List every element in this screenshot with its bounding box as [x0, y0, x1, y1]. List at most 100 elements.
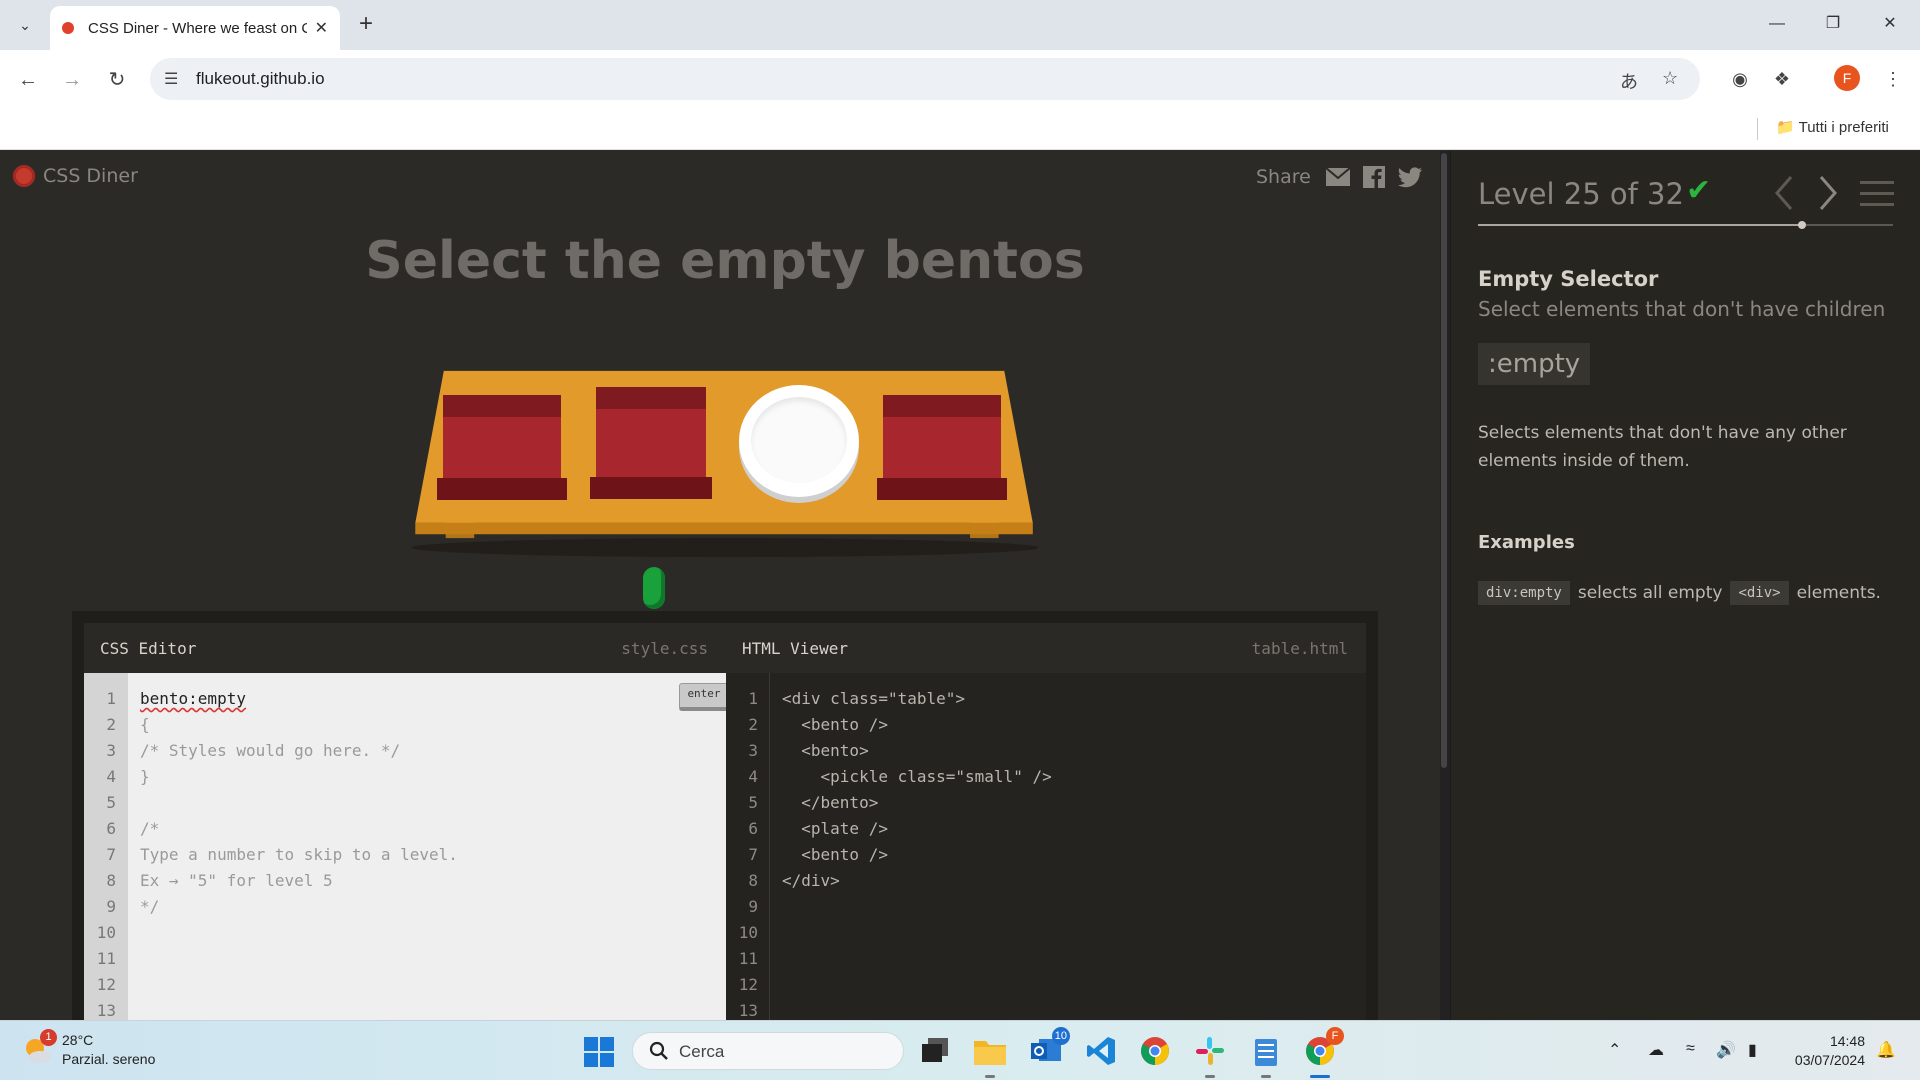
html-code-line[interactable]: </div> — [782, 871, 840, 890]
html-code-line[interactable]: </bento> — [782, 793, 878, 812]
reload-button[interactable]: ↻ — [101, 64, 133, 96]
vscode-button[interactable] — [1083, 1033, 1119, 1069]
notification-bell-icon[interactable]: 🔔 — [1876, 1040, 1896, 1060]
slack-button[interactable] — [1192, 1033, 1228, 1078]
restore-button[interactable]: ❐ — [1813, 10, 1853, 38]
search-icon — [649, 1041, 668, 1060]
line-number: 8 — [106, 871, 116, 890]
css-editor[interactable]: 1 2 3 4 5 6 7 8 9 10 11 12 13 bento:empt… — [84, 673, 729, 1020]
notepad-button[interactable] — [1248, 1033, 1284, 1078]
chrome-profile-button[interactable]: F — [1302, 1027, 1344, 1078]
logo[interactable]: CSS Diner — [13, 165, 138, 187]
back-button[interactable]: ← — [12, 64, 44, 96]
twitter-icon[interactable] — [1397, 165, 1423, 189]
folder-icon: 📁 — [1776, 119, 1795, 136]
facebook-icon[interactable] — [1361, 165, 1387, 189]
html-code-line[interactable]: <bento /> — [782, 845, 888, 864]
weather-icon: 1 — [22, 1029, 57, 1065]
bento-empty-2[interactable] — [877, 395, 1007, 500]
forward-button[interactable]: → — [56, 64, 88, 96]
favicon-icon — [62, 22, 74, 34]
line-number: 11 — [738, 949, 758, 968]
page-scrollbar-thumb[interactable] — [1441, 153, 1447, 768]
logo-text: CSS Diner — [43, 165, 138, 187]
close-tab-icon[interactable]: ✕ — [315, 18, 328, 38]
file-explorer-button[interactable] — [972, 1033, 1008, 1078]
hamburger-icon — [1860, 181, 1894, 206]
css-line-numbers: 1 2 3 4 5 6 7 8 9 10 11 12 13 — [84, 673, 128, 1020]
site-info-icon[interactable]: ☰ — [164, 69, 178, 89]
html-viewer-header: HTML Viewer table.html — [726, 623, 1366, 673]
wifi-icon[interactable]: ≈ — [1686, 1040, 1695, 1058]
css-code-line: } — [140, 767, 150, 786]
task-view-button[interactable] — [918, 1033, 954, 1069]
clock-date: 03/07/2024 — [1794, 1052, 1865, 1068]
weather-widget[interactable]: 1 28°C Parzial. sereno — [22, 1029, 155, 1069]
html-file-name: table.html — [1251, 639, 1348, 658]
selector-syntax: :empty — [1478, 343, 1591, 385]
bento-with-pickle[interactable] — [590, 387, 712, 499]
tray-overflow-icon[interactable]: ⌃ — [1608, 1040, 1621, 1060]
bento-empty-1[interactable] — [437, 395, 567, 500]
email-icon[interactable] — [1325, 165, 1351, 189]
line-number: 1 — [748, 689, 758, 708]
html-code-line[interactable]: <pickle class="small" /> — [782, 767, 1052, 786]
line-number: 6 — [748, 819, 758, 838]
url-text[interactable]: flukeout.github.io — [196, 69, 325, 89]
menu-kebab-icon[interactable]: ⋮ — [1878, 64, 1908, 94]
volume-icon[interactable]: 🔊 — [1716, 1040, 1736, 1060]
pickle[interactable] — [643, 567, 665, 609]
line-number: 13 — [738, 1001, 758, 1020]
taskbar-search[interactable]: Cerca — [632, 1032, 904, 1070]
html-code-line[interactable]: <bento> — [782, 741, 868, 760]
close-window-button[interactable]: ✕ — [1870, 10, 1910, 38]
html-code-line[interactable]: <plate /> — [782, 819, 888, 838]
active-tab[interactable]: CSS Diner - Where we feast on CSS Select… — [50, 6, 340, 50]
bookmark-star-icon[interactable]: ☆ — [1662, 68, 1678, 89]
start-button[interactable] — [584, 1037, 614, 1067]
css-code-line: { — [140, 715, 150, 734]
folder-icon — [974, 1041, 1006, 1065]
plate[interactable] — [739, 385, 859, 497]
address-bar[interactable]: ☰ flukeout.github.io あ ☆ — [150, 58, 1700, 100]
chrome-button[interactable] — [1137, 1033, 1173, 1069]
tab-search-button[interactable]: ⌄ — [10, 12, 40, 38]
chevron-left-icon — [1775, 176, 1793, 210]
extension-icon[interactable]: ◉ — [1725, 64, 1755, 94]
mail-badge: 10 — [1051, 1027, 1070, 1045]
windows-icon — [584, 1037, 614, 1067]
weather-temperature: 28°C — [62, 1032, 94, 1048]
system-clock[interactable]: 14:48 03/07/2024 — [1777, 1032, 1865, 1070]
css-code-line: Ex → "5" for level 5 — [140, 871, 333, 890]
css-code-line: */ — [140, 897, 160, 916]
next-level-button[interactable] — [1813, 175, 1841, 211]
share-label: Share — [1256, 166, 1311, 188]
order-instruction: Select the empty bentos — [365, 231, 1085, 291]
minimize-button[interactable]: — — [1757, 10, 1797, 38]
onedrive-icon[interactable]: ☁ — [1648, 1040, 1664, 1060]
css-code-line: Type a number to skip to a level. — [140, 845, 458, 864]
enter-button[interactable]: enter — [679, 683, 729, 711]
examples-heading: Examples — [1478, 532, 1575, 553]
line-number: 5 — [748, 793, 758, 812]
css-selector-input[interactable]: bento:empty — [140, 689, 246, 708]
previous-level-button[interactable] — [1771, 175, 1799, 211]
line-number: 7 — [748, 845, 758, 864]
selector-name: Empty Selector — [1478, 267, 1659, 291]
html-code-line[interactable]: <div class="table"> — [782, 689, 965, 708]
html-code-line[interactable]: <bento /> — [782, 715, 888, 734]
translate-icon[interactable]: あ — [1620, 68, 1638, 94]
game-area: CSS Diner Share Select the empty bentos — [0, 151, 1440, 1020]
battery-icon[interactable]: ▮ — [1748, 1040, 1757, 1060]
html-viewer: 1 2 3 4 5 6 7 8 9 10 11 12 13 <div class… — [726, 673, 1366, 1020]
bookmark-folder[interactable]: 📁 Tutti i preferiti — [1776, 118, 1889, 136]
extensions-puzzle-icon[interactable]: ❖ — [1767, 64, 1797, 94]
new-tab-button[interactable]: + — [352, 10, 380, 38]
line-number: 6 — [106, 819, 116, 838]
line-number: 3 — [106, 741, 116, 760]
css-code-line: /* — [140, 819, 160, 838]
bookmark-folder-label: Tutti i preferiti — [1798, 119, 1889, 136]
level-menu-button[interactable] — [1860, 179, 1894, 207]
profile-avatar[interactable]: F — [1834, 65, 1860, 91]
outlook-button[interactable]: 10 — [1028, 1027, 1070, 1069]
